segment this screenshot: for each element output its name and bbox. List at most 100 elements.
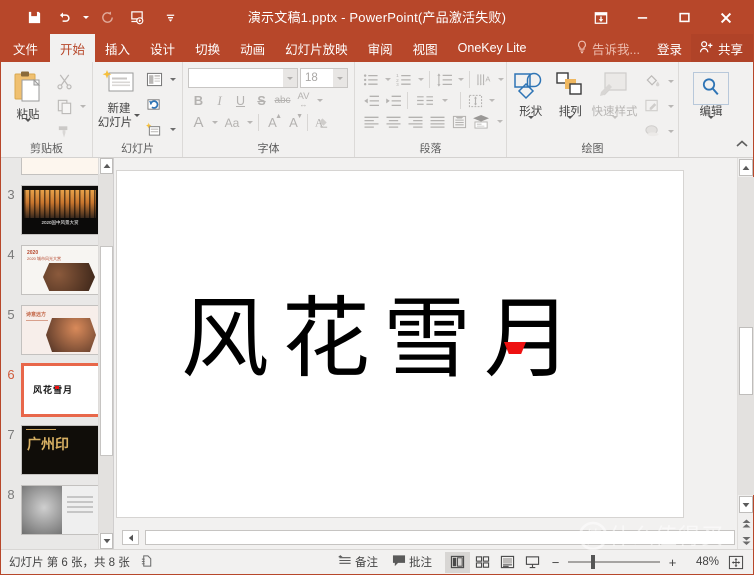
bold-button[interactable]: B <box>188 90 209 111</box>
tab-transitions[interactable]: 切换 <box>185 34 230 62</box>
tab-design[interactable]: 设计 <box>140 34 185 62</box>
numbered-list-dropdown-icon[interactable] <box>415 69 426 90</box>
current-slide[interactable]: 风花雪月 <box>116 170 684 518</box>
zoom-control[interactable]: − + 48% <box>545 552 753 572</box>
close-icon[interactable] <box>705 1 747 34</box>
tab-view[interactable]: 视图 <box>403 34 448 62</box>
scrollbar-thumb[interactable] <box>100 246 113 456</box>
scroll-down-icon[interactable] <box>739 496 753 513</box>
slideshow-icon[interactable] <box>122 5 152 31</box>
italic-button[interactable]: I <box>209 90 230 111</box>
scroll-down-icon[interactable] <box>100 533 113 549</box>
undo-dropdown-icon[interactable] <box>79 5 92 31</box>
paste-button[interactable]: 粘贴 <box>5 66 51 134</box>
numbered-list-icon[interactable]: 123 <box>393 69 415 90</box>
change-case-dropdown-icon[interactable] <box>244 121 255 124</box>
text-shadow-button[interactable]: S <box>251 90 272 111</box>
font-size-dropdown-icon[interactable] <box>333 69 347 87</box>
decrease-indent-icon[interactable] <box>360 90 382 111</box>
align-center-icon[interactable] <box>382 111 404 132</box>
clear-formatting-button[interactable]: A <box>311 112 332 133</box>
fit-slide-icon[interactable] <box>725 552 747 572</box>
zoom-out-button[interactable]: − <box>549 555 562 570</box>
thumbnail-scrollbar[interactable] <box>98 158 113 549</box>
comments-button[interactable]: 批注 <box>385 551 439 574</box>
tab-file[interactable]: 文件 <box>1 34 50 62</box>
editing-dropdown-icon[interactable] <box>708 119 714 131</box>
scrollbar-track[interactable] <box>99 174 114 533</box>
section-dropdown-icon[interactable] <box>167 128 178 131</box>
vscrollbar-track[interactable] <box>738 177 754 495</box>
thumbnail-frame[interactable]: 2020城市风光大赏 <box>21 158 99 175</box>
thumbnail-frame[interactable]: 2020 2020 城市风光大赏 <box>21 245 99 295</box>
tab-home[interactable]: 开始 <box>50 34 95 62</box>
zoom-in-button[interactable]: + <box>666 555 679 570</box>
align-text-vertical-icon[interactable] <box>464 90 486 111</box>
horizontal-scrollbar[interactable] <box>114 530 737 549</box>
next-slide-icon[interactable] <box>739 532 753 549</box>
thumbnail-frame[interactable]: 2020国中风景大赏 <box>21 185 99 235</box>
font-name-input[interactable] <box>188 68 298 88</box>
undo-icon[interactable] <box>49 5 79 31</box>
accessibility-icon[interactable] <box>140 554 154 571</box>
bullet-list-icon[interactable] <box>360 69 382 90</box>
tab-animations[interactable]: 动画 <box>230 34 275 62</box>
underline-button[interactable]: U <box>230 90 251 111</box>
bullet-list-dropdown-icon[interactable] <box>382 69 393 90</box>
arrange-button[interactable]: 排列 <box>551 67 591 131</box>
paste-dropdown-icon[interactable] <box>25 122 31 134</box>
scroll-left-icon[interactable] <box>122 530 139 545</box>
reset-icon[interactable] <box>141 93 167 115</box>
vscrollbar-thumb[interactable] <box>739 327 753 395</box>
text-direction-dropdown-icon[interactable] <box>495 69 506 90</box>
font-color-button[interactable]: A <box>188 112 209 133</box>
arrange-dropdown-icon[interactable] <box>567 119 573 131</box>
font-color-dropdown-icon[interactable] <box>209 121 220 124</box>
zoom-slider-handle[interactable] <box>591 555 595 569</box>
character-spacing-dropdown-icon[interactable] <box>314 99 325 102</box>
shapes-dropdown-icon[interactable] <box>528 119 534 131</box>
line-spacing-dropdown-icon[interactable] <box>455 69 466 90</box>
decrease-font-size-button[interactable]: A ▼ <box>283 112 304 133</box>
reading-view-icon[interactable] <box>495 552 520 573</box>
text-direction-icon[interactable]: A <box>473 69 495 90</box>
notes-button[interactable]: 备注 <box>331 551 385 574</box>
align-right-icon[interactable] <box>404 111 426 132</box>
share-button[interactable]: 共享 <box>691 34 753 62</box>
tab-slideshow[interactable]: 幻灯片放映 <box>275 34 358 62</box>
slide-title-text[interactable]: 风花雪月 <box>181 295 585 383</box>
strikethrough-button[interactable]: abc <box>272 90 293 111</box>
tell-me-box[interactable]: 告诉我... <box>568 34 648 62</box>
layout-dropdown-icon[interactable] <box>167 78 178 81</box>
slide-area[interactable]: 风花雪月 <box>114 158 737 530</box>
font-size-input[interactable]: 18 <box>300 68 348 88</box>
thumbnail-frame[interactable]: 风花雪月 <box>21 363 103 417</box>
justify-icon[interactable] <box>426 111 448 132</box>
new-slide-dropdown-icon[interactable] <box>134 117 140 130</box>
zoom-slider[interactable] <box>568 561 660 563</box>
previous-slide-icon[interactable] <box>739 515 753 532</box>
character-spacing-button[interactable]: AV ↔ <box>293 90 314 111</box>
ribbon-options-icon[interactable] <box>581 1 621 34</box>
smartart-dropdown-icon[interactable] <box>494 111 505 132</box>
scroll-up-icon[interactable] <box>100 158 113 174</box>
maximize-icon[interactable] <box>663 1 705 34</box>
slide-thumbnail-pane[interactable]: 2 2020城市风光大赏 3 2020国中风景大赏 <box>1 158 114 549</box>
shapes-button[interactable]: 形状 <box>511 67 551 131</box>
new-slide-button[interactable]: 新建 幻灯片 <box>97 66 141 130</box>
tab-review[interactable]: 审阅 <box>358 34 403 62</box>
thumbnail-frame[interactable]: 广州印 <box>21 425 99 475</box>
font-name-dropdown-icon[interactable] <box>283 69 297 87</box>
tab-onekey-lite[interactable]: OneKey Lite <box>448 34 537 62</box>
customize-qat-icon[interactable] <box>164 5 177 31</box>
align-text-dropdown-icon[interactable] <box>486 90 497 111</box>
zoom-percentage[interactable]: 48% <box>685 556 719 568</box>
scroll-up-icon[interactable] <box>739 159 753 176</box>
align-left-icon[interactable] <box>360 111 382 132</box>
thumbnail-frame[interactable] <box>21 485 99 535</box>
editing-button[interactable]: 编辑 <box>689 69 733 131</box>
line-spacing-icon[interactable] <box>433 69 455 90</box>
thumbnail-frame[interactable]: 诗意远方 <box>21 305 99 355</box>
increase-font-size-button[interactable]: A ▲ <box>262 112 283 133</box>
normal-view-icon[interactable] <box>445 552 470 573</box>
